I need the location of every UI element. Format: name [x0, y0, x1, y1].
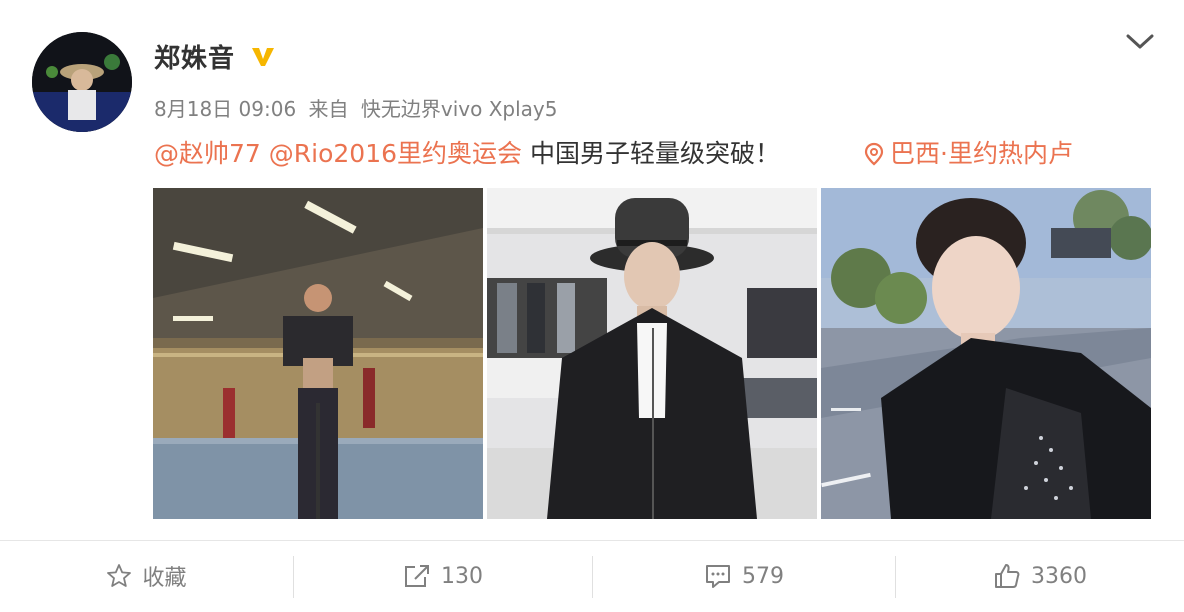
- post-image[interactable]: [821, 188, 1151, 519]
- like-icon: [995, 564, 1020, 588]
- author-name[interactable]: 郑姝音: [154, 38, 235, 75]
- source-prefix: 来自: [308, 97, 349, 121]
- comment-button[interactable]: 579: [593, 540, 895, 612]
- chevron-down-icon[interactable]: [1124, 30, 1156, 54]
- post-meta: 8月18日 09:06 来自 快无边界vivo Xplay5: [154, 93, 563, 122]
- avatar[interactable]: [32, 32, 132, 132]
- post-date[interactable]: 8月18日 09:06: [154, 97, 296, 121]
- favorite-label: 收藏: [142, 566, 187, 591]
- like-button[interactable]: 3360: [896, 540, 1184, 612]
- mention-link[interactable]: @赵帅77: [154, 139, 261, 168]
- post-image[interactable]: [153, 188, 483, 519]
- location-pin-icon: [864, 142, 884, 166]
- post-text: 中国男子轻量级突破！: [529, 139, 780, 168]
- location-link[interactable]: 巴西·里约热内卢: [864, 137, 1073, 171]
- post-source[interactable]: 快无边界vivo Xplay5: [361, 97, 558, 121]
- post-content: @赵帅77 @Rio2016里约奥运会 中国男子轻量级突破！: [154, 137, 780, 171]
- verified-icon: [252, 48, 274, 66]
- share-icon: [405, 565, 429, 587]
- like-count: 3360: [1031, 563, 1087, 589]
- star-icon: [107, 564, 132, 587]
- post-image[interactable]: [487, 188, 817, 519]
- comment-icon: [706, 565, 730, 588]
- repost-count: 130: [441, 563, 483, 589]
- mention-link[interactable]: @Rio2016里约奥运会: [269, 139, 522, 168]
- location-label: 巴西·里约热内卢: [890, 139, 1073, 168]
- comment-count: 579: [742, 563, 784, 589]
- favorite-button[interactable]: 收藏: [0, 540, 293, 612]
- repost-button[interactable]: 130: [294, 540, 592, 612]
